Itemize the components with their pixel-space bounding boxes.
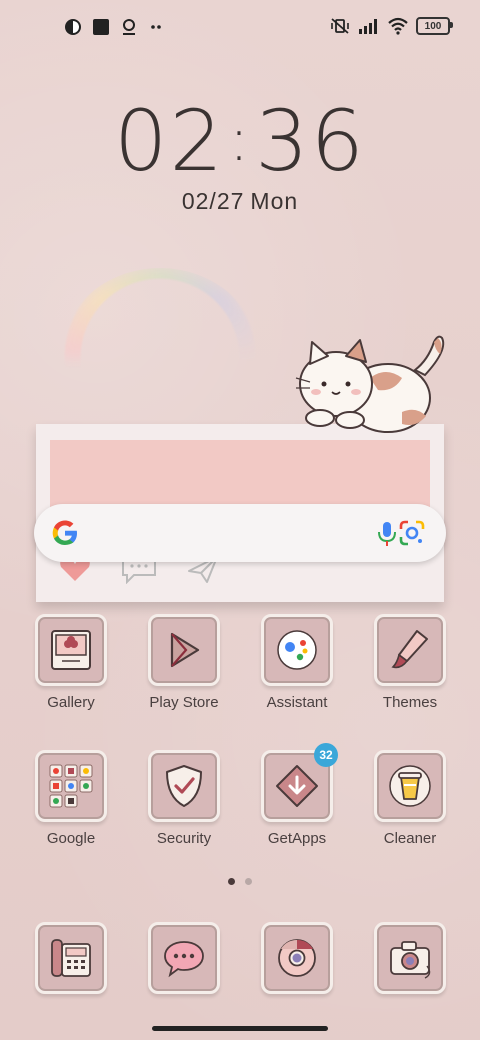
app-label: Themes	[382, 694, 438, 711]
home-gesture-bar[interactable]	[152, 1026, 328, 1031]
dock-chrome[interactable]	[252, 922, 342, 994]
app-label: GetApps	[267, 830, 327, 847]
vibrate-off-icon	[331, 18, 349, 34]
cleaner-icon	[374, 750, 446, 822]
chrome-icon	[261, 922, 333, 994]
rainbow-decoration	[60, 268, 260, 448]
camera-icon	[374, 922, 446, 994]
more-dots-icon	[151, 25, 161, 29]
clock-widget[interactable]: 02:36	[0, 92, 480, 190]
gallery-icon	[35, 614, 107, 686]
app-label: Gallery	[47, 694, 95, 711]
security-icon	[148, 750, 220, 822]
google-logo-icon	[52, 520, 77, 545]
clock-minutes: 36	[255, 92, 366, 190]
app-label: Security	[156, 830, 212, 847]
assistant-icon	[261, 614, 333, 686]
getapps-icon: 32	[261, 743, 338, 822]
app-label: Cleaner	[383, 830, 437, 847]
phone-icon	[35, 922, 107, 994]
google-lens-icon[interactable]	[398, 519, 426, 547]
battery-icon: 100	[416, 17, 453, 35]
notification-badge: 32	[314, 743, 338, 767]
cat-illustration	[295, 335, 445, 433]
dock-messages[interactable]	[139, 922, 229, 994]
app-label: Google	[46, 830, 96, 847]
app-getapps[interactable]: 32 GetApps	[252, 743, 342, 847]
battery-level: 100	[424, 20, 442, 32]
google-folder-icon	[35, 750, 107, 822]
date-day: 02/27	[181, 188, 245, 214]
play-store-icon	[148, 614, 220, 686]
page-dot	[245, 878, 252, 885]
signal-icon	[359, 19, 377, 34]
wifi-icon	[388, 17, 408, 35]
google-search-bar[interactable]	[34, 504, 446, 562]
date-weekday: Mon	[250, 188, 299, 214]
page-dot-active	[228, 878, 235, 885]
voice-search-icon[interactable]	[376, 521, 398, 547]
app-notification-icon	[65, 19, 81, 35]
location-pin-icon	[123, 19, 135, 35]
clock-separator: :	[228, 105, 252, 175]
messages-icon	[148, 922, 220, 994]
status-bar: 100	[0, 0, 480, 56]
dock-camera[interactable]	[365, 922, 455, 994]
app-assistant[interactable]: Assistant	[252, 614, 342, 711]
app-themes[interactable]: Themes	[365, 614, 455, 711]
themes-icon	[374, 614, 446, 686]
app-gallery[interactable]: Gallery	[26, 614, 116, 711]
app-security[interactable]: Security	[139, 750, 229, 847]
app-play-store[interactable]: Play Store	[139, 614, 229, 711]
app-label: Play Store	[149, 694, 219, 711]
dock-phone[interactable]	[26, 922, 116, 994]
app-cleaner[interactable]: Cleaner	[365, 750, 455, 847]
square-notification-icon	[93, 19, 109, 35]
app-google-folder[interactable]: Google	[26, 750, 116, 847]
app-label: Assistant	[266, 694, 328, 711]
clock-hours: 02	[114, 92, 225, 190]
date-display[interactable]: 02/27 Mon	[0, 188, 480, 215]
page-indicator[interactable]	[0, 878, 480, 885]
